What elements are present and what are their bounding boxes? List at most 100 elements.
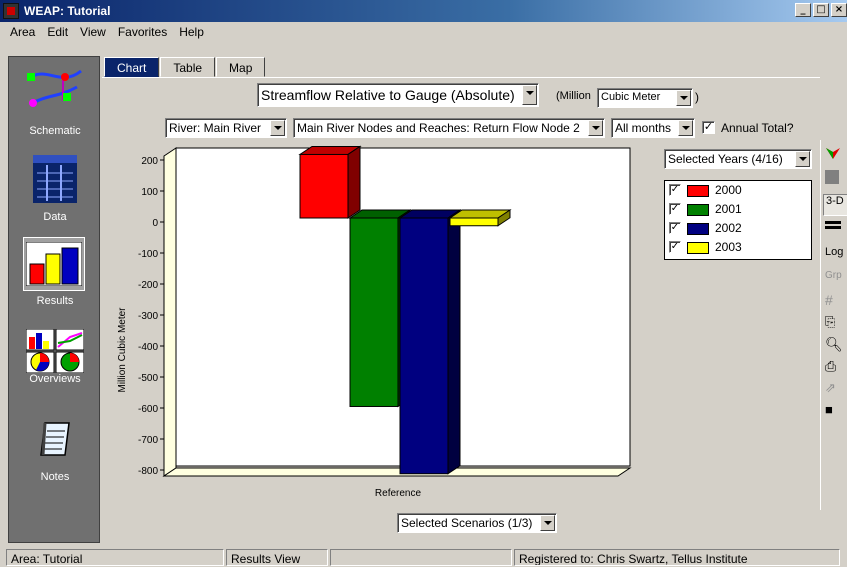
view-bar: Schematic Data Results Overviews Notes [8,56,100,543]
sidebar-item-data[interactable]: Data [9,149,101,233]
menu-help[interactable]: Help [173,22,210,42]
sidebar-item-overviews[interactable]: Overviews [9,325,101,409]
node-select[interactable]: Main River Nodes and Reaches: Return Flo… [293,118,605,138]
years-value: Selected Years (4/16) [668,152,783,166]
sidebar-label-data: Data [43,211,67,223]
chevron-down-icon[interactable] [522,85,537,105]
chevron-down-icon[interactable] [676,90,691,106]
minimize-button[interactable]: _ [795,3,811,17]
status-registered: Registered to: Chris Swartz, Tellus Inst… [514,549,840,566]
group-button[interactable]: Grp [823,270,847,292]
results-tabs: Chart Table Map [104,57,266,77]
y-tick-label: -100 [138,249,158,260]
legend-checkbox-2002[interactable]: ✓ [669,222,681,234]
legend-swatch-2001 [687,204,709,216]
annual-total-checkbox[interactable]: ✓ [702,121,715,134]
schematic-icon [27,69,82,107]
bar-2003 [448,209,512,227]
chart-type-icon[interactable] [823,146,847,168]
color-fill-icon[interactable] [823,170,847,192]
sidebar-label-notes: Notes [40,471,70,483]
tab-table[interactable]: Table [160,57,216,77]
y-tick-label: -200 [138,280,158,291]
status-view: Results View [226,549,328,566]
y-tick-label: -800 [138,466,158,477]
menu-area[interactable]: Area [4,22,41,42]
export-icon[interactable]: ⇗ [823,380,847,402]
legend-swatch-2002 [687,223,709,235]
zoom-icon[interactable]: 🔍︎ [823,336,847,358]
chart-toolbar: 3-D Log Grp # ⎘ 🔍︎ ⎙ ⇗ ■ [820,140,847,510]
bar-2002 [398,209,462,475]
result-type-value: Streamflow Relative to Gauge (Absolute) [261,87,515,103]
sidebar-item-schematic[interactable]: Schematic [9,61,101,145]
chevron-down-icon[interactable] [540,515,555,531]
results-icon [26,242,82,286]
maximize-button[interactable]: □ [813,3,829,17]
chevron-down-icon[interactable] [270,120,285,136]
y-tick-label: -600 [138,404,158,415]
chart-left-wall [163,147,177,477]
months-value: All months [615,121,672,135]
window-title: WEAP: Tutorial [24,4,111,18]
weap-window: WEAP: Tutorial _ □ × Area Edit View Favo… [0,0,847,567]
unit-select[interactable]: Cubic Meter [597,88,693,108]
legend-label-2001: 2001 [715,202,742,216]
sidebar-label-schematic: Schematic [29,125,81,137]
x-category-label: Reference [375,488,422,499]
status-empty [330,549,512,566]
tab-map[interactable]: Map [216,57,266,77]
results-chart: 2001000-100-200-300-400-500-600-700-800 … [117,145,632,499]
grid-icon[interactable]: # [823,292,847,314]
menu-edit[interactable]: Edit [41,22,74,42]
legend-label-2002: 2002 [715,221,742,235]
menu-view[interactable]: View [74,22,112,42]
menu-favorites[interactable]: Favorites [112,22,173,42]
grp-label: Grp [825,270,842,281]
unit-prefix: (Million [556,90,591,102]
result-type-select[interactable]: Streamflow Relative to Gauge (Absolute) [257,83,539,107]
legend-checkbox-2003[interactable]: ✓ [669,241,681,253]
y-tick-label: 0 [152,218,158,229]
chevron-down-icon[interactable] [588,120,603,136]
y-axis-label: Million Cubic Meter [117,307,128,393]
sidebar-label-results: Results [36,295,74,307]
copy-icon[interactable]: ⎘ [823,314,847,336]
sidebar-item-results[interactable]: Results [9,237,101,321]
river-value: River: Main River [169,121,262,135]
status-area: Area: Tutorial [6,549,224,566]
legend-swatch-2000 [687,185,709,197]
sidebar-item-notes[interactable]: Notes [9,413,101,497]
legend-label-2000: 2000 [715,183,742,197]
months-select[interactable]: All months [611,118,695,138]
legend-label-2003: 2003 [715,240,742,254]
overviews-icon [26,329,84,373]
print-icon[interactable]: ⎙ [823,358,847,380]
chart-floor [162,467,632,477]
chevron-down-icon[interactable] [795,151,810,167]
sidebar-label-overviews: Overviews [29,373,81,385]
river-select[interactable]: River: Main River [165,118,287,138]
y-tick-label: 200 [141,156,158,167]
scenarios-select[interactable]: Selected Scenarios (1/3) [397,513,557,533]
weap-logo-icon [3,3,19,19]
legend-checkbox-2000[interactable]: ✓ [669,184,681,196]
3d-label: 3-D [826,195,844,207]
line-style-icon[interactable] [823,218,847,240]
y-tick-label: -500 [138,373,158,384]
close-button[interactable]: × [831,3,847,17]
bar-2000 [298,145,362,219]
title-bar: WEAP: Tutorial _ □ × [0,0,847,22]
3d-toggle-button[interactable]: 3-D [823,194,847,216]
years-select[interactable]: Selected Years (4/16) [664,149,812,169]
legend-checkbox-2001[interactable]: ✓ [669,203,681,215]
legend-swatch-2003 [687,242,709,254]
annual-total-label: Annual Total? [721,121,794,135]
tab-chart[interactable]: Chart [104,57,160,77]
chart-legend: ✓ 2000 ✓ 2001 ✓ 2002 ✓ 2003 [664,180,812,260]
camera-icon[interactable]: ■ [823,402,847,424]
chevron-down-icon[interactable] [678,120,693,136]
unit-suffix: ) [695,90,699,104]
scenarios-value: Selected Scenarios (1/3) [401,516,533,530]
log-scale-button[interactable]: Log [823,246,847,268]
